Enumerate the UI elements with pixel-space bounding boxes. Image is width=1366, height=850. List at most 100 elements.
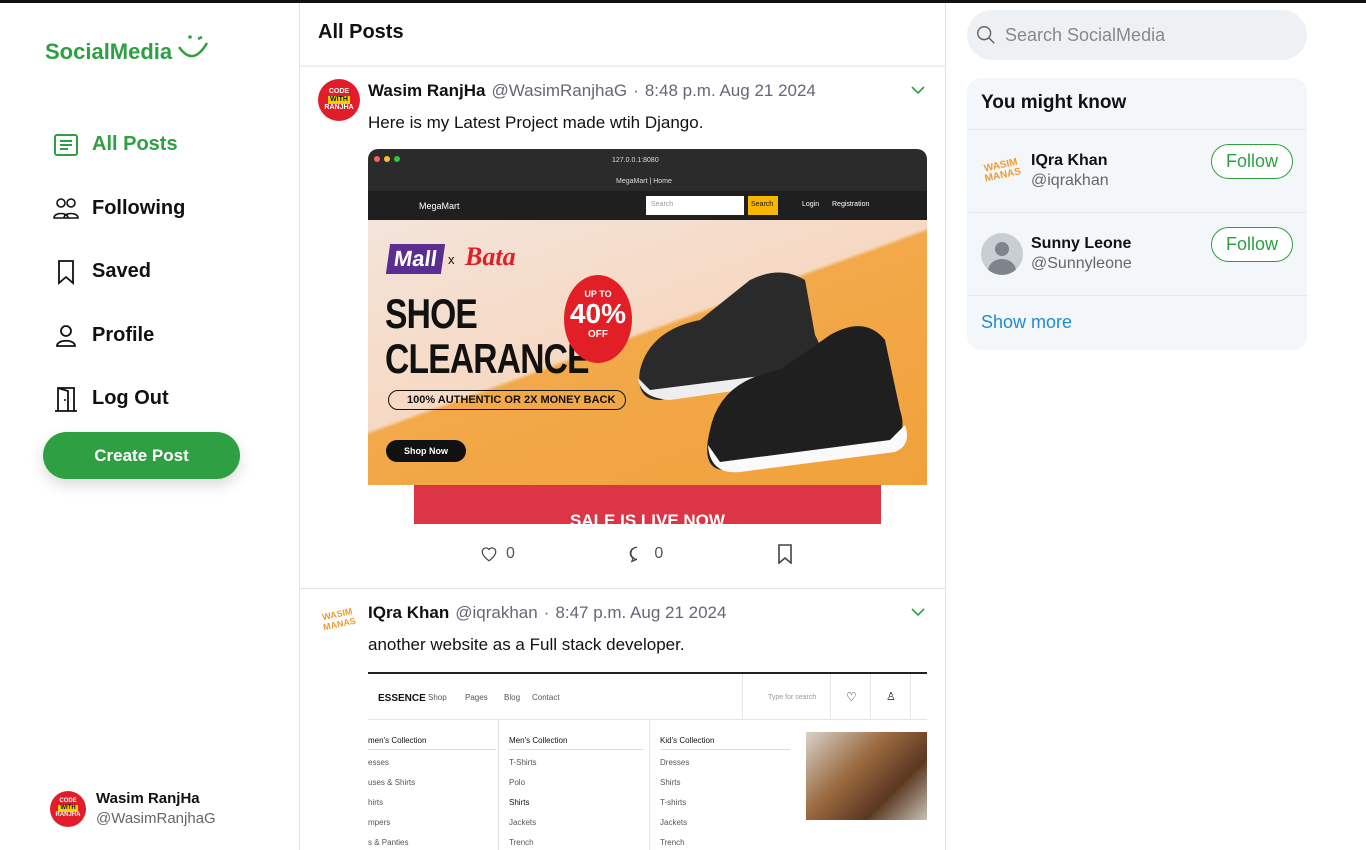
post-time: 8:47 p.m. Aug 21 2024	[555, 603, 727, 622]
feed: All Posts CODE WITH RANJHA Wasim RanjHa @W…	[299, 3, 946, 850]
current-user-handle: @WasimRanjhaG	[96, 810, 216, 827]
nav-label-all-posts: All Posts	[92, 133, 178, 156]
post-header: IQra Khan @iqrakhan · 8:47 p.m. Aug 21 2…	[368, 603, 925, 623]
suggestions-title: You might know	[967, 78, 1307, 130]
banner-mall-logo: Mall	[385, 244, 445, 274]
collection-item: T-shirts	[660, 798, 687, 807]
dot-separator: ·	[543, 603, 550, 622]
main-nav: All Posts Following Saved Profile Log Ou…	[52, 113, 185, 431]
collection-item: Trench	[509, 838, 534, 847]
site-menu-pages: Pages	[465, 693, 488, 702]
current-user-name: Wasim RanjHa	[96, 790, 200, 807]
browser-tab: MegaMart | Home	[616, 178, 672, 185]
banner-percent: 40%	[569, 298, 627, 329]
post-author-name[interactable]: Wasim RanjHa	[368, 81, 485, 101]
search-bar[interactable]: Search SocialMedia	[967, 10, 1307, 60]
post-image[interactable]: ESSENCE Shop Pages Blog Contact Type for…	[368, 672, 927, 850]
banner-bata-logo: Bata	[465, 242, 516, 271]
banner-x: x	[448, 252, 455, 267]
nav-saved[interactable]: Saved	[52, 240, 185, 304]
user-icon	[56, 325, 76, 348]
post-author-name[interactable]: IQra Khan	[368, 603, 449, 623]
site-menu-blog: Blog	[504, 693, 521, 702]
nav-label-profile: Profile	[92, 323, 155, 346]
site-brand: ESSENCE	[378, 693, 426, 704]
collection-item: esses	[368, 758, 389, 767]
collection-title: Kid's Collection	[660, 736, 790, 750]
app-name: SocialMedia	[45, 39, 173, 64]
site-registration: Registration	[832, 201, 870, 208]
browser-url: 127.0.0.1:8080	[612, 157, 659, 164]
avatar[interactable]: CODE WITH RANJHA	[318, 79, 360, 121]
create-post-button[interactable]: Create Post	[43, 432, 240, 479]
nav-profile[interactable]: Profile	[52, 304, 185, 368]
comment-button[interactable]: 0	[628, 545, 776, 563]
collection-title: Men's Collection	[509, 736, 644, 750]
current-user[interactable]: CODE WITH RANJHA Wasim RanjHa @WasimRanjha…	[50, 790, 216, 827]
post: CODE WITH RANJHA Wasim RanjHa @WasimRanjha…	[300, 67, 945, 589]
nav-label-logout: Log Out	[92, 387, 169, 410]
app-logo[interactable]: SocialMedia	[45, 35, 210, 65]
banner-discount-badge: UP TO 40% OFF	[564, 275, 632, 363]
post-time: 8:48 p.m. Aug 21 2024	[644, 81, 816, 100]
nav-label-following: Following	[92, 196, 186, 219]
nav-following[interactable]: Following	[52, 177, 185, 241]
like-button[interactable]: 0	[480, 545, 628, 563]
avatar[interactable]: WASIM MANAS	[314, 597, 364, 647]
post-author-handle: @iqrakhan	[455, 603, 538, 622]
heart-icon: ♡	[846, 690, 857, 704]
follow-button[interactable]: Follow	[1211, 227, 1293, 262]
suggestion-name: Sunny Leone	[1031, 235, 1132, 252]
collection-item: Jackets	[509, 818, 537, 827]
banner-authentic: 100% AUTHENTIC OR 2X MONEY BACK	[388, 390, 627, 410]
collection-item: Dresses	[660, 758, 690, 767]
chevron-down-icon[interactable]	[911, 85, 925, 95]
suggestion-item[interactable]: WASIM MANAS IQra Khan @iqrakhan Follow	[967, 130, 1307, 213]
avatar: WASIM MANAS	[983, 156, 1023, 185]
bookmark-icon	[777, 544, 792, 564]
posts-icon	[54, 133, 78, 156]
suggestions-panel: You might know WASIM MANAS IQra Khan @iqr…	[967, 78, 1307, 350]
heart-icon	[481, 547, 497, 562]
suggestion-handle: @iqrakhan	[1031, 172, 1109, 189]
avatar	[981, 233, 1023, 275]
user-icon: ♙	[886, 691, 896, 703]
sale-bar: SALE IS LIVE NOW	[414, 485, 881, 524]
comment-icon	[629, 546, 638, 563]
search-input[interactable]: Search SocialMedia	[1005, 25, 1165, 46]
post-actions: 0 0	[368, 524, 925, 584]
site-menu-shop: Shop	[428, 693, 447, 702]
follow-button[interactable]: Follow	[1211, 144, 1293, 179]
collection-title: men's Collection	[368, 736, 496, 750]
collection-item: Shirts	[509, 798, 530, 807]
smile-icon	[178, 35, 209, 58]
site-login: Login	[802, 201, 820, 208]
collection-item: s & Panties	[368, 838, 409, 847]
show-more-link[interactable]: Show more	[967, 296, 1307, 349]
post-header: Wasim RanjHa @WasimRanjhaG · 8:48 p.m. A…	[368, 81, 925, 101]
banner-headline-1: SHOE	[385, 290, 478, 337]
post-author-handle: @WasimRanjhaG	[491, 81, 628, 100]
comment-count: 0	[654, 545, 664, 562]
post-image[interactable]: 127.0.0.1:8080 MegaMart | Home MegaMart …	[368, 149, 927, 524]
banner-headline-2: CLEARANCE	[385, 335, 590, 382]
like-count: 0	[506, 545, 515, 562]
suggestion-item[interactable]: Sunny Leone @Sunnyleone Follow	[967, 213, 1307, 296]
avatar: CODE WITH RANJHA	[50, 790, 86, 827]
collection-item: T-Shirts	[509, 758, 537, 767]
nav-all-posts[interactable]: All Posts	[52, 113, 185, 177]
nav-logout[interactable]: Log Out	[52, 367, 185, 431]
site-search: Type for search	[768, 694, 817, 701]
left-sidebar: SocialMedia All Posts Following Saved Pr…	[0, 3, 299, 850]
dot-separator: ·	[633, 81, 639, 100]
collection-item: uses & Shirts	[368, 778, 416, 787]
bag-photo	[806, 732, 927, 820]
site-search-button: Search	[748, 196, 778, 215]
search-icon	[977, 26, 995, 44]
banner-shop-button: Shop Now	[386, 440, 466, 462]
bookmark-icon	[58, 259, 74, 285]
users-icon	[53, 198, 79, 220]
save-button[interactable]	[777, 544, 925, 564]
site-search: Search	[646, 196, 744, 215]
chevron-down-icon[interactable]	[911, 607, 925, 617]
